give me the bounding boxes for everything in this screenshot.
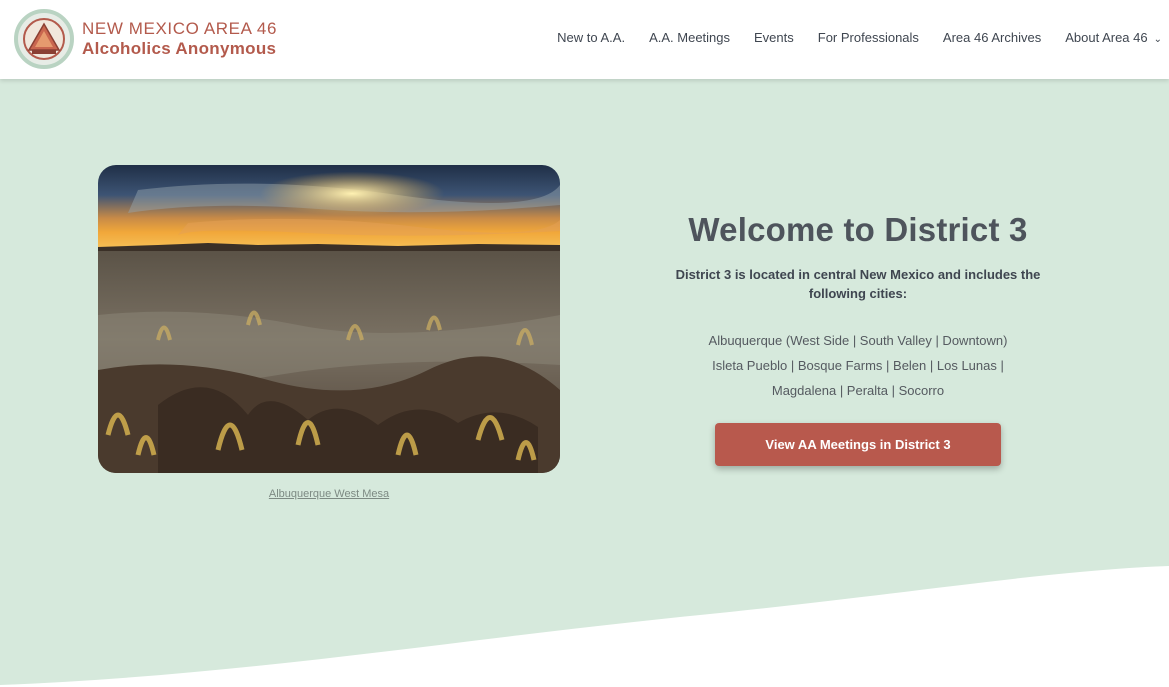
nav-for-professionals[interactable]: For Professionals: [818, 30, 919, 45]
site-header: NEW MEXICO AREA 46 Alcoholics Anonymous …: [0, 0, 1169, 79]
nav-about-label: About Area 46: [1065, 30, 1148, 45]
district-description: District 3 is located in central New Mex…: [675, 267, 1041, 301]
main-nav: New to A.A. A.A. Meetings Events For Pro…: [533, 30, 1162, 45]
cities-line-2: Isleta Pueblo | Bosque Farms | Belen | L…: [712, 358, 1004, 373]
cities-line-1: Albuquerque (West Side | South Valley | …: [708, 333, 1008, 348]
hero-photo-caption[interactable]: Albuquerque West Mesa: [98, 488, 560, 500]
page-title: Welcome to District 3: [688, 211, 1028, 248]
brand-text: NEW MEXICO AREA 46 Alcoholics Anonymous: [82, 18, 278, 58]
nav-about-area-46[interactable]: About Area 46 ⌄: [1065, 30, 1162, 45]
nav-area-46-archives[interactable]: Area 46 Archives: [943, 30, 1041, 45]
decorative-wave: [0, 566, 1169, 687]
chevron-down-icon: ⌄: [1153, 34, 1162, 45]
hero-photo: [98, 165, 560, 473]
aa-logo-icon: [14, 9, 74, 69]
view-meetings-button[interactable]: View AA Meetings in District 3: [715, 423, 1001, 466]
nav-aa-meetings[interactable]: A.A. Meetings: [649, 30, 730, 45]
nav-new-to-aa[interactable]: New to A.A.: [557, 30, 625, 45]
nav-events[interactable]: Events: [754, 30, 794, 45]
welcome-section: Welcome to District 3 District 3 is loca…: [662, 211, 1054, 466]
brand-line1: NEW MEXICO AREA 46: [82, 18, 278, 38]
cities-line-3: Magdalena | Peralta | Socorro: [771, 383, 945, 398]
brand-line2: Alcoholics Anonymous: [82, 38, 277, 58]
cities-list: Albuquerque (West Side | South Valley | …: [662, 328, 1054, 403]
site-logo-link[interactable]: NEW MEXICO AREA 46 Alcoholics Anonymous: [14, 9, 277, 69]
page: NEW MEXICO AREA 46 Alcoholics Anonymous …: [0, 0, 1169, 687]
